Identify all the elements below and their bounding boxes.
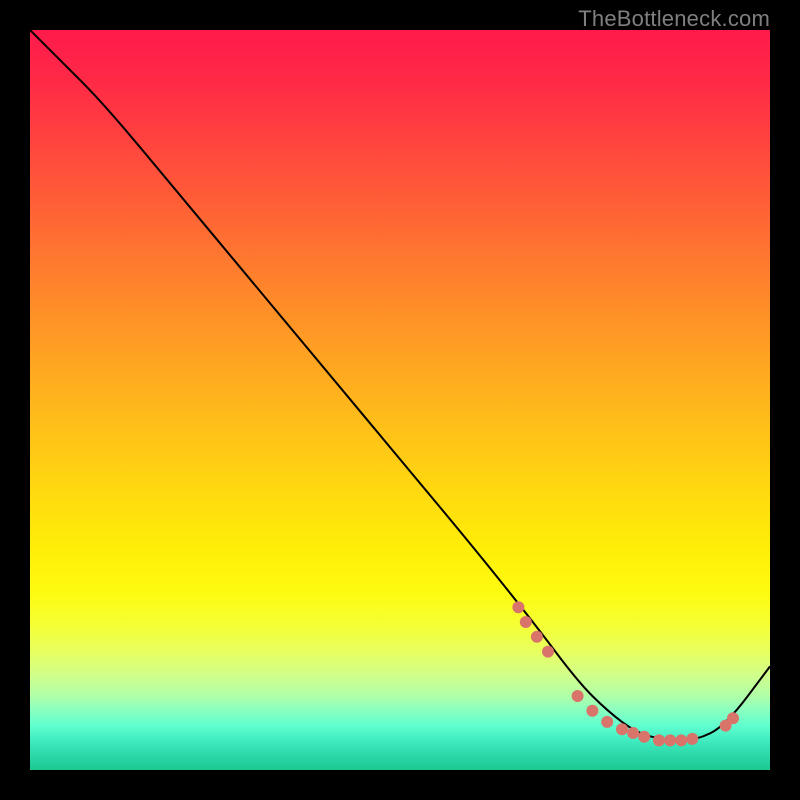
marker-dot (616, 723, 628, 735)
marker-dot (675, 734, 687, 746)
marker-dot (686, 733, 698, 745)
chart-frame: TheBottleneck.com (0, 0, 800, 800)
plot-area (30, 30, 770, 770)
marker-dot (512, 601, 524, 613)
marker-dot (520, 616, 532, 628)
marker-dot (586, 705, 598, 717)
marker-dot (627, 727, 639, 739)
marker-dot (542, 646, 554, 658)
marker-group (512, 601, 739, 746)
marker-dot (531, 631, 543, 643)
marker-dot (727, 712, 739, 724)
line-curve (30, 30, 770, 740)
marker-dot (664, 734, 676, 746)
marker-dot (601, 716, 613, 728)
marker-dot (653, 734, 665, 746)
marker-dot (572, 690, 584, 702)
chart-svg (30, 30, 770, 770)
marker-dot (638, 731, 650, 743)
watermark-text: TheBottleneck.com (578, 6, 770, 32)
